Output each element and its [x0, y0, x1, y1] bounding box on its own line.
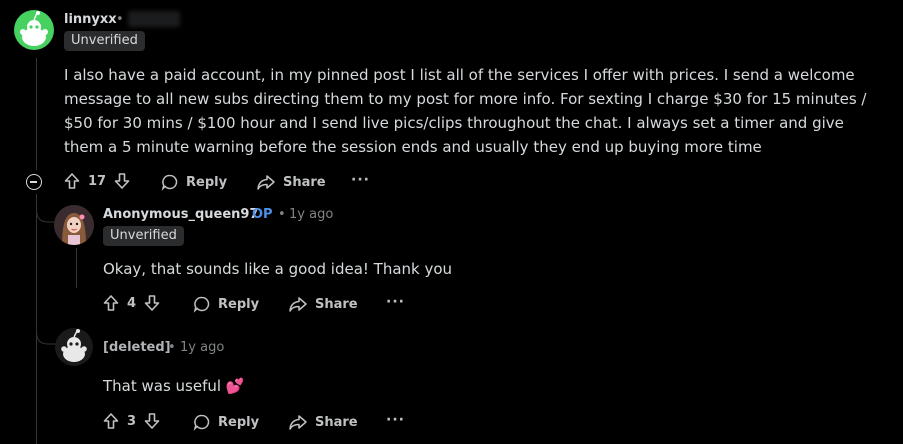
vote-count: 4: [127, 295, 137, 311]
vote-control: 17: [64, 172, 130, 190]
reply-button[interactable]: Reply: [193, 411, 259, 433]
share-button[interactable]: Share: [288, 293, 358, 315]
upvote-icon[interactable]: [64, 172, 80, 190]
vote-count: 17: [88, 173, 107, 189]
comment-author: [deleted]: [103, 340, 171, 355]
thread-line-reply-1: [76, 248, 77, 288]
upvote-icon[interactable]: [103, 412, 119, 430]
downvote-icon[interactable]: [114, 172, 130, 190]
user-flair-badge: Unverified: [64, 31, 145, 51]
comment-body: I also have a paid account, in my pinned…: [64, 66, 867, 156]
reply-button[interactable]: Reply: [161, 171, 227, 193]
thread-branch-2: [36, 318, 56, 345]
meta-separator: •: [168, 340, 176, 355]
comment-body: That was useful 💕: [103, 374, 863, 398]
heart-emoji: 💕: [225, 377, 245, 395]
share-button[interactable]: Share: [288, 411, 358, 433]
downvote-icon[interactable]: [144, 412, 160, 430]
share-arrow-icon: [257, 175, 275, 190]
share-button[interactable]: Share: [256, 171, 326, 193]
collapse-thread-button[interactable]: [26, 174, 42, 190]
avatar[interactable]: [54, 327, 94, 367]
user-flair-badge: Unverified: [103, 226, 184, 246]
comment-bubble-icon: [161, 174, 178, 191]
meta-separator: •: [278, 207, 286, 222]
comment-body: Okay, that sounds like a good idea! Than…: [103, 260, 453, 278]
comment-author[interactable]: Anonymous_queen97: [103, 207, 259, 222]
comment-bubble-icon: [193, 414, 210, 431]
share-arrow-icon: [289, 297, 307, 312]
more-options-button[interactable]: ···: [386, 412, 405, 428]
comment-author[interactable]: linnyxx: [64, 12, 117, 27]
redacted-timestamp: [128, 11, 180, 27]
more-options-button[interactable]: ···: [351, 172, 370, 188]
share-arrow-icon: [289, 415, 307, 430]
more-options-button[interactable]: ···: [386, 294, 405, 310]
avatar[interactable]: [54, 205, 94, 245]
upvote-icon[interactable]: [103, 294, 119, 312]
downvote-icon[interactable]: [144, 294, 160, 312]
comment-text: That was useful: [103, 377, 222, 395]
vote-control: 4: [103, 294, 160, 312]
comment-timestamp[interactable]: 1y ago: [180, 340, 224, 355]
vote-count: 3: [127, 413, 137, 429]
avatar[interactable]: [14, 10, 54, 50]
reply-button[interactable]: Reply: [193, 293, 259, 315]
vote-control: 3: [103, 412, 160, 430]
meta-separator: •: [116, 12, 124, 27]
comment-timestamp[interactable]: 1y ago: [289, 207, 333, 222]
op-badge: OP: [252, 207, 273, 222]
thread-branch-1: [36, 196, 56, 223]
comment-bubble-icon: [193, 296, 210, 313]
thread-line-main: [36, 58, 37, 170]
